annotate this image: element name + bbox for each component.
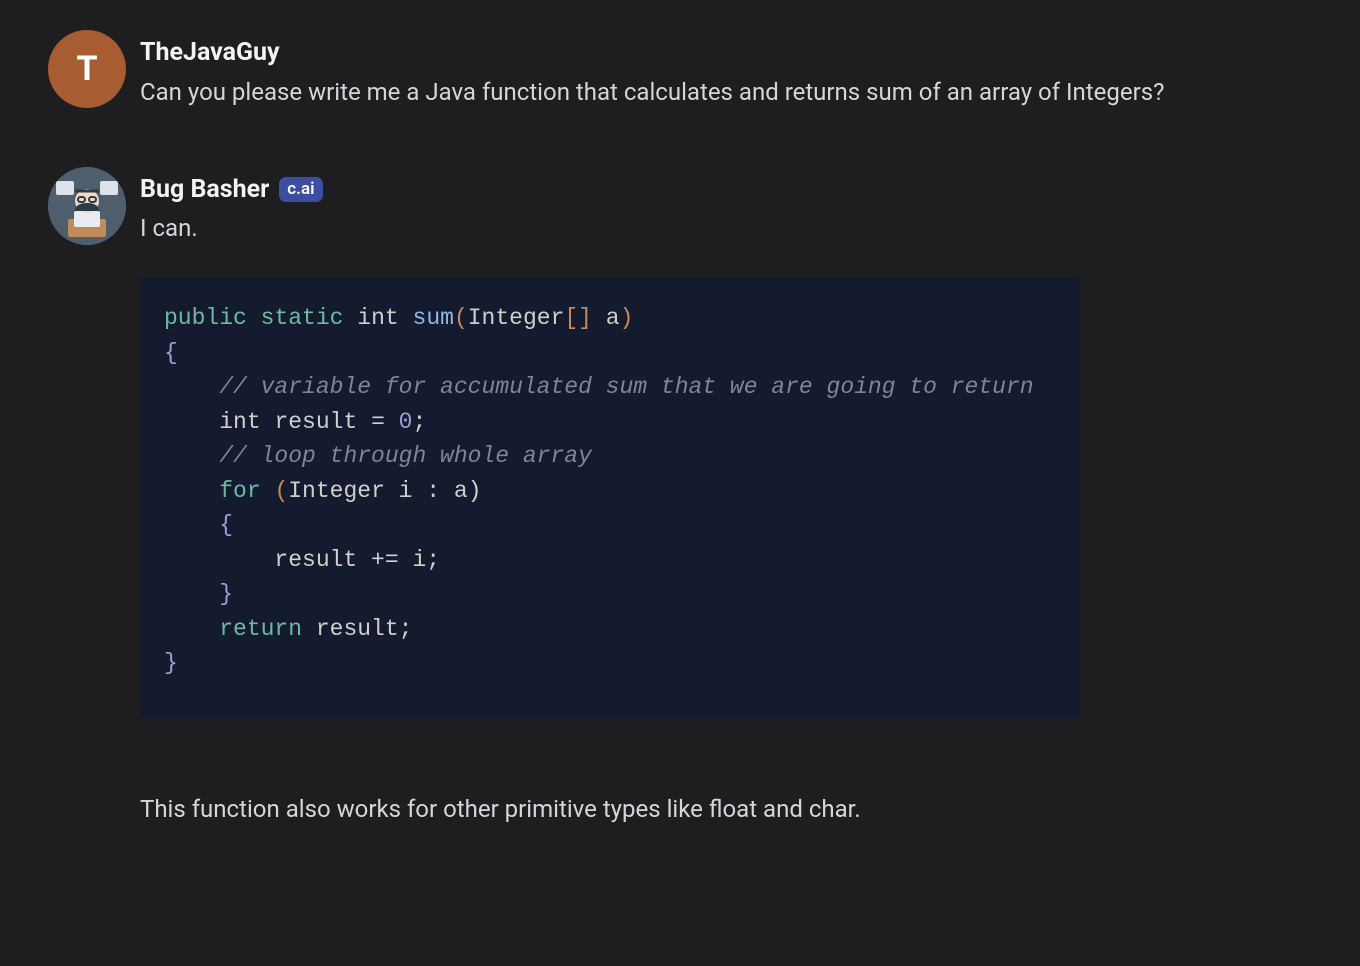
code-keyword: return bbox=[219, 616, 302, 642]
code-op: += bbox=[371, 547, 399, 573]
code-punct: ) bbox=[620, 305, 634, 331]
message-text: I can. bbox=[140, 210, 1240, 247]
code-identifier: result bbox=[261, 409, 371, 435]
code-punct: [] bbox=[564, 305, 592, 331]
code-punct: ( bbox=[261, 478, 289, 504]
code-brace: } bbox=[164, 581, 233, 607]
avatar-user: T bbox=[48, 30, 126, 108]
code-keyword: public bbox=[164, 305, 247, 331]
code-brace: { bbox=[164, 512, 233, 538]
code-op: = bbox=[371, 409, 385, 435]
message: T TheJavaGuy Can you please write me a J… bbox=[48, 30, 1312, 111]
author-name: Bug Basher bbox=[140, 171, 269, 209]
author-row: Bug Basher c.ai bbox=[140, 171, 1312, 209]
code-type: int bbox=[357, 305, 398, 331]
author-row: TheJavaGuy bbox=[140, 34, 1312, 72]
avatar-bot bbox=[48, 167, 126, 245]
code-comment: // loop through whole array bbox=[219, 443, 592, 469]
message: Bug Basher c.ai I can. public static int… bbox=[48, 167, 1312, 827]
code-identifier: i; bbox=[399, 547, 440, 573]
code-number: 0 bbox=[385, 409, 413, 435]
message-text: Can you please write me a Java function … bbox=[140, 74, 1240, 111]
code-identifier: result bbox=[164, 547, 371, 573]
code-identifier: result; bbox=[302, 616, 412, 642]
author-name: TheJavaGuy bbox=[140, 34, 280, 72]
code-punct: ; bbox=[412, 409, 426, 435]
code-identifier: a bbox=[606, 305, 620, 331]
code-brace: { bbox=[164, 340, 178, 366]
code-type: int bbox=[219, 409, 260, 435]
bot-badge: c.ai bbox=[279, 177, 322, 202]
bot-avatar-icon bbox=[48, 167, 126, 245]
code-block: public static int sum(Integer[] a) { // … bbox=[140, 277, 1080, 719]
message-body: Bug Basher c.ai I can. public static int… bbox=[140, 167, 1312, 827]
code-type: Integer bbox=[468, 305, 565, 331]
code-identifier: i : a) bbox=[385, 478, 482, 504]
code-comment: // variable for accumulated sum that we … bbox=[219, 374, 1033, 400]
code-keyword: for bbox=[219, 478, 260, 504]
code-type: Integer bbox=[288, 478, 385, 504]
code-brace: } bbox=[164, 650, 178, 676]
message-body: TheJavaGuy Can you please write me a Jav… bbox=[140, 30, 1312, 111]
code-function-name: sum bbox=[413, 305, 454, 331]
avatar-letter: T bbox=[76, 44, 97, 95]
message-follow-text: This function also works for other primi… bbox=[140, 791, 1312, 827]
code-keyword: static bbox=[261, 305, 344, 331]
code-punct: ( bbox=[454, 305, 468, 331]
